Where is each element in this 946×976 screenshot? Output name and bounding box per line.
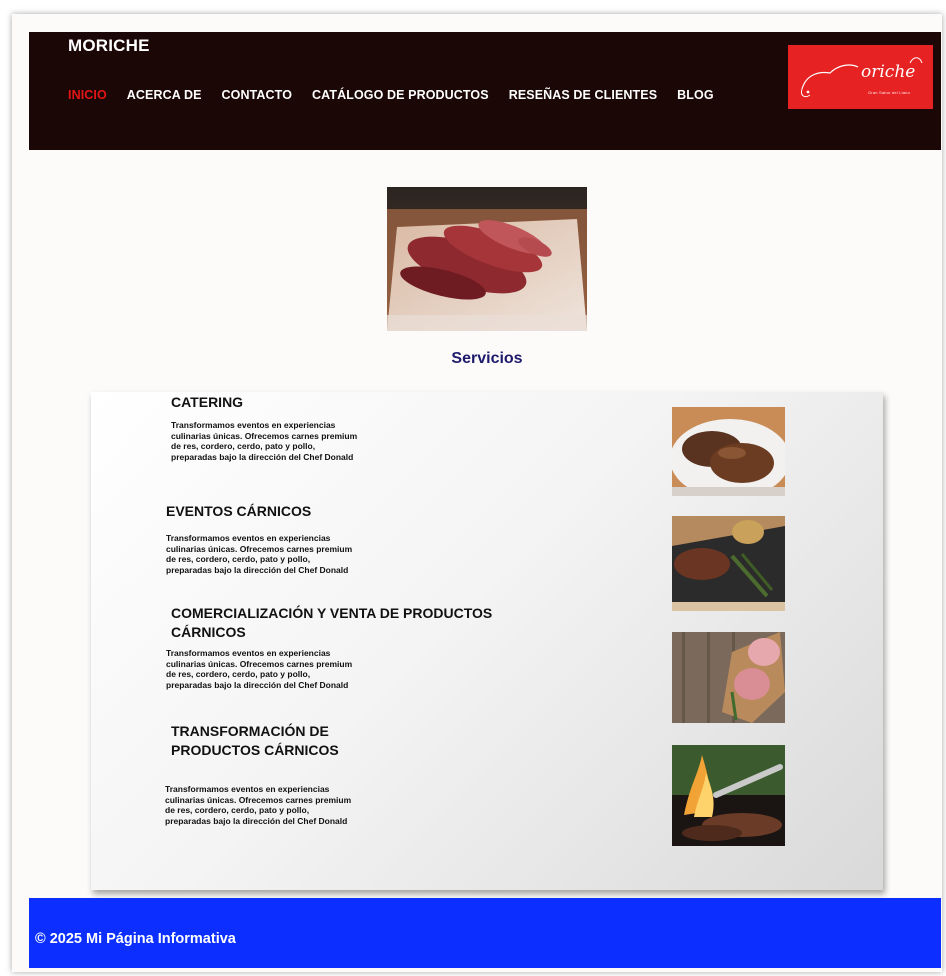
- logo-tagline: Gran Sabor del Llano: [868, 90, 911, 95]
- services-heading: Servicios: [451, 350, 523, 367]
- services-card: CATERING Transformamos eventos en experi…: [91, 392, 883, 890]
- grilled-steak-plate-image: [672, 407, 785, 496]
- nav-item-blog[interactable]: BLOG: [677, 88, 714, 102]
- site-header: MORICHE INICIO ACERCA DE CONTACTO CATÁLO…: [29, 32, 941, 150]
- service-title-eventos-carnicos: EVENTOS CÁRNICOS: [166, 503, 312, 519]
- hero-meat-image: [387, 187, 587, 331]
- steak-board-image: [672, 516, 785, 611]
- nav-item-catalogo[interactable]: CATÁLOGO DE PRODUCTOS: [312, 88, 489, 102]
- brand-name[interactable]: MORICHE: [68, 36, 150, 56]
- nav-item-contacto[interactable]: CONTACTO: [222, 88, 292, 102]
- main-nav: INICIO ACERCA DE CONTACTO CATÁLOGO DE PR…: [68, 88, 734, 102]
- service-description: Transformamos eventos en experiencias cu…: [166, 648, 353, 690]
- service-title-catering: CATERING: [171, 394, 244, 410]
- footer-copyright: © 2025 Mi Página Informativa: [35, 931, 236, 947]
- grill-flames-image: [672, 745, 785, 846]
- nav-item-resenas[interactable]: RESEÑAS DE CLIENTES: [509, 88, 657, 102]
- nav-item-inicio[interactable]: INICIO: [68, 88, 107, 102]
- logo-wordmark: oriche: [861, 62, 916, 82]
- nav-item-acerca-de[interactable]: ACERCA DE: [127, 88, 202, 102]
- site-footer: © 2025 Mi Página Informativa: [29, 898, 941, 968]
- service-title-transformacion: TRANSFORMACIÓN DE PRODUCTOS CÁRNICOS: [171, 723, 339, 758]
- service-description: Transformamos eventos en experiencias cu…: [171, 420, 358, 462]
- service-title-comercializacion: COMERCIALIZACIÓN Y VENTA DE PRODUCTOS CÁ…: [171, 605, 493, 640]
- raw-meat-board-image: [672, 632, 785, 723]
- service-description: Transformamos eventos en experiencias cu…: [165, 784, 352, 826]
- service-description: Transformamos eventos en experiencias cu…: [166, 533, 353, 575]
- brand-logo[interactable]: oriche Gran Sabor del Llano: [788, 45, 933, 109]
- page: MORICHE INICIO ACERCA DE CONTACTO CATÁLO…: [12, 14, 942, 972]
